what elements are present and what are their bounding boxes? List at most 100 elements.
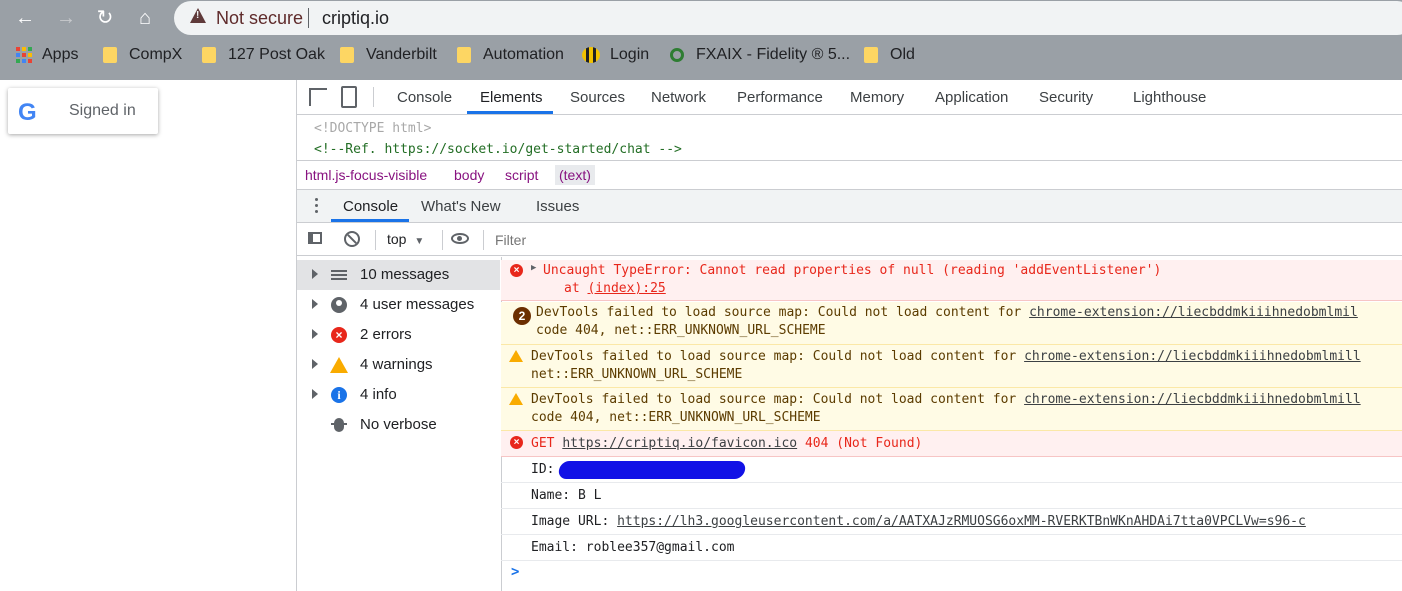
breadcrumb-body[interactable]: body xyxy=(454,167,484,183)
source-map-link[interactable]: chrome-extension://liecbddmkiiihnedobmlm… xyxy=(1024,392,1361,407)
tab-console[interactable]: Console xyxy=(397,89,452,106)
not-secure-warning-icon[interactable] xyxy=(190,8,206,23)
redaction-scribble xyxy=(557,461,747,479)
bookmark-label: 127 Post Oak xyxy=(228,46,325,63)
image-url-link[interactable]: https://lh3.googleusercontent.com/a/AATX… xyxy=(617,514,1306,529)
sidebar-item-user-messages[interactable]: 4 user messages xyxy=(297,290,500,320)
expand-triangle-icon[interactable]: ▶ xyxy=(531,263,536,273)
error-icon: × xyxy=(510,264,523,277)
source-map-link[interactable]: chrome-extension://liecbddmkiiihnedobmlm… xyxy=(1024,349,1361,364)
drawer-tab-whats-new[interactable]: What's New xyxy=(421,198,501,215)
drawer-tab-issues[interactable]: Issues xyxy=(536,198,579,215)
live-expression-eye-icon[interactable] xyxy=(451,233,469,244)
back-arrow-icon[interactable]: ← xyxy=(12,5,38,31)
tab-application[interactable]: Application xyxy=(935,89,1008,106)
tab-sources[interactable]: Sources xyxy=(570,89,625,106)
bee-icon xyxy=(582,47,600,63)
expand-arrow-icon[interactable] xyxy=(312,329,318,339)
bookmark-label: CompX xyxy=(129,46,183,63)
tab-performance[interactable]: Performance xyxy=(737,89,823,106)
message-text: ID: xyxy=(531,462,555,477)
sidebar-item-verbose[interactable]: No verbose xyxy=(297,410,500,440)
bug-icon xyxy=(330,416,348,434)
tab-elements[interactable]: Elements xyxy=(480,89,543,106)
expand-arrow-icon[interactable] xyxy=(312,299,318,309)
forward-arrow-icon[interactable]: → xyxy=(53,5,79,31)
request-url-link[interactable]: https://criptiq.io/favicon.ico xyxy=(562,436,797,451)
drawer-menu-icon[interactable] xyxy=(315,198,318,201)
console-message-error[interactable]: × GET https://criptiq.io/favicon.ico 404… xyxy=(501,431,1402,457)
bookmark-127-post-oak[interactable]: 127 Post Oak xyxy=(202,46,325,64)
console-sidebar: 10 messages 4 user messages × 2 errors 4… xyxy=(297,257,502,591)
list-icon xyxy=(330,266,348,284)
console-filter-input[interactable] xyxy=(493,228,1402,252)
console-message-log[interactable]: Email: roblee357@gmail.com xyxy=(501,535,1402,561)
breadcrumb-script[interactable]: script xyxy=(505,167,538,183)
bookmark-login[interactable]: Login xyxy=(582,46,649,64)
bookmark-vanderbilt[interactable]: Vanderbilt xyxy=(340,46,437,64)
drawer-tabs: Console What's New Issues xyxy=(297,190,1402,223)
message-body: Image URL: xyxy=(531,514,618,529)
expand-arrow-icon[interactable] xyxy=(312,359,318,369)
url-text[interactable]: criptiq.io xyxy=(322,8,389,29)
context-selector[interactable]: top ▼ xyxy=(387,231,424,247)
address-bar[interactable]: Not secure criptiq.io xyxy=(174,1,1402,35)
sidebar-item-label: 2 errors xyxy=(360,326,412,343)
toolbar-separator xyxy=(483,230,484,250)
bookmark-automation[interactable]: Automation xyxy=(457,46,564,64)
dom-comment[interactable]: <!--Ref. https://socket.io/get-started/c… xyxy=(314,142,682,157)
bookmark-fxaix[interactable]: FXAIX - Fidelity ® 5... xyxy=(670,46,850,64)
devtools-panel: Console Elements Sources Network Perform… xyxy=(296,80,1402,591)
sidebar-toggle-icon[interactable] xyxy=(308,232,322,244)
warning-icon xyxy=(509,393,523,405)
tab-memory[interactable]: Memory xyxy=(850,89,904,106)
console-log: × ▶ Uncaught TypeError: Cannot read prop… xyxy=(501,257,1402,591)
signed-in-label: Signed in xyxy=(69,102,136,119)
tab-lighthouse[interactable]: Lighthouse xyxy=(1133,89,1206,106)
request-method: GET xyxy=(531,436,563,451)
console-message-error[interactable]: × ▶ Uncaught TypeError: Cannot read prop… xyxy=(501,260,1402,301)
tab-security[interactable]: Security xyxy=(1039,89,1093,106)
home-icon[interactable]: ⌂ xyxy=(132,5,158,31)
tab-network[interactable]: Network xyxy=(651,89,706,106)
console-message-log[interactable]: ID: xyxy=(501,457,1402,483)
breadcrumb-html[interactable]: html.js-focus-visible xyxy=(305,167,427,183)
sidebar-item-errors[interactable]: × 2 errors xyxy=(297,320,500,350)
device-toolbar-icon[interactable] xyxy=(341,86,357,108)
message-text: Uncaught TypeError: Cannot read properti… xyxy=(543,263,1162,278)
active-tab-indicator xyxy=(467,111,553,114)
console-prompt[interactable]: > xyxy=(511,564,519,580)
drawer-tab-console[interactable]: Console xyxy=(343,198,398,215)
dom-doctype[interactable]: <!DOCTYPE html> xyxy=(314,121,431,136)
expand-arrow-icon[interactable] xyxy=(312,269,318,279)
console-toolbar: top ▼ xyxy=(297,225,1402,256)
inspect-element-icon[interactable] xyxy=(309,88,327,106)
google-logo-icon: G xyxy=(18,99,37,126)
console-message-log[interactable]: Name: B L xyxy=(501,483,1402,509)
google-signed-in-button[interactable]: G Signed in xyxy=(8,88,158,134)
breadcrumb-text[interactable]: (text) xyxy=(555,165,595,185)
bookmark-apps[interactable]: Apps xyxy=(16,46,78,64)
security-label[interactable]: Not secure xyxy=(216,8,303,29)
reload-icon[interactable]: ↻ xyxy=(92,5,118,31)
sidebar-item-warnings[interactable]: 4 warnings xyxy=(297,350,500,380)
console-message-warning[interactable]: DevTools failed to load source map: Coul… xyxy=(501,345,1402,388)
message-text-line2: code 404, net::ERR_UNKNOWN_URL_SCHEME xyxy=(536,323,826,338)
clear-console-icon[interactable] xyxy=(344,231,360,247)
expand-arrow-icon[interactable] xyxy=(312,389,318,399)
fidelity-icon xyxy=(670,48,684,62)
message-body: DevTools failed to load source map: Coul… xyxy=(536,305,1030,320)
bookmark-label: Login xyxy=(610,46,650,63)
console-message-warning-group[interactable]: 2 DevTools failed to load source map: Co… xyxy=(501,302,1402,345)
sidebar-item-info[interactable]: i 4 info xyxy=(297,380,500,410)
bookmark-compx[interactable]: CompX xyxy=(103,46,182,64)
message-text: DevTools failed to load source map: Coul… xyxy=(536,305,1358,320)
message-text-line2: net::ERR_UNKNOWN_URL_SCHEME xyxy=(531,367,743,382)
source-map-link[interactable]: chrome-extension://liecbddmkiiihnedobmlm… xyxy=(1029,305,1358,320)
console-message-log[interactable]: Image URL: https://lh3.googleusercontent… xyxy=(501,509,1402,535)
bookmark-label: FXAIX - Fidelity ® 5... xyxy=(696,46,851,63)
bookmark-old[interactable]: Old xyxy=(864,46,915,64)
console-message-warning[interactable]: DevTools failed to load source map: Coul… xyxy=(501,388,1402,431)
sidebar-item-messages[interactable]: 10 messages xyxy=(297,260,500,290)
stack-link[interactable]: (index):25 xyxy=(587,281,665,296)
